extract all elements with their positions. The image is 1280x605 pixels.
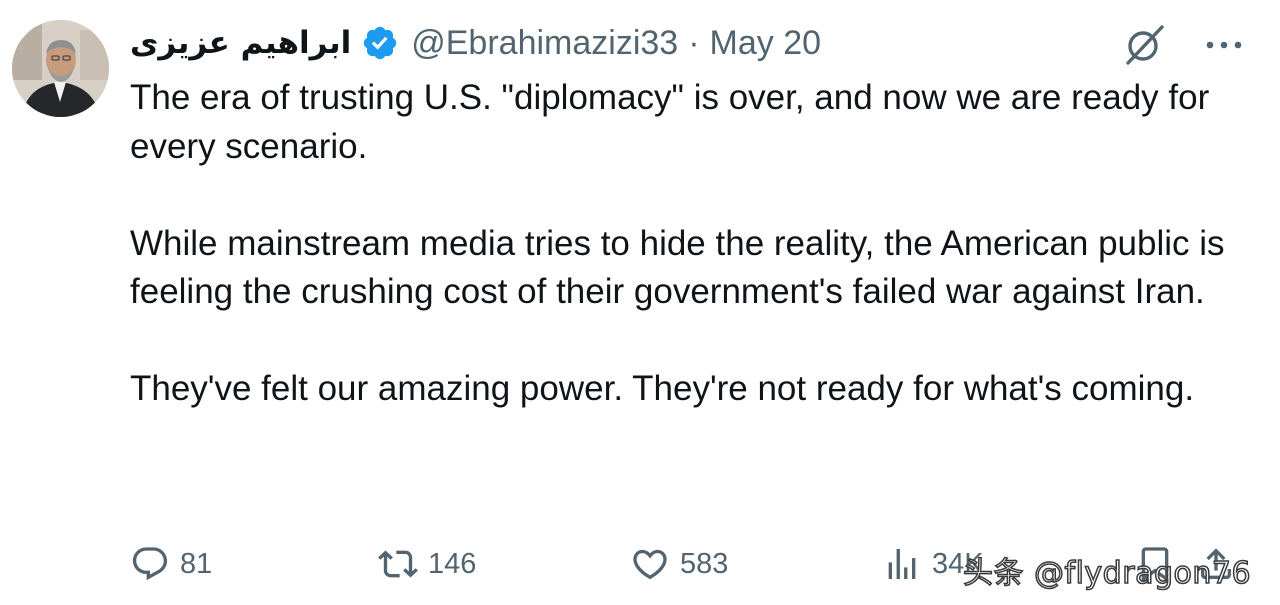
- watermark-text: 头条 @flydragon76: [962, 555, 1252, 592]
- reply-icon: [132, 547, 168, 581]
- tweet-date[interactable]: May 20: [710, 24, 822, 63]
- tweet-top-actions: [1122, 22, 1244, 68]
- tweet-paragraph: They've felt our amazing power. They're …: [130, 369, 1195, 408]
- repost-icon: [378, 550, 418, 578]
- reply-count: 81: [180, 547, 213, 580]
- grok-icon[interactable]: [1122, 22, 1168, 68]
- header-separator: ·: [688, 23, 700, 62]
- author-handle[interactable]: @Ebrahimazizi33: [411, 24, 678, 63]
- repost-button[interactable]: 146: [378, 538, 476, 590]
- repost-count: 146: [428, 547, 477, 580]
- tweet-header: ابراهیم عزیزی @Ebrahimazizi33 · May 20: [130, 20, 821, 66]
- reply-button[interactable]: 81: [130, 538, 212, 590]
- avatar-image: [12, 20, 109, 117]
- like-button[interactable]: 583: [630, 538, 728, 590]
- author-name[interactable]: ابراهیم عزیزی: [130, 25, 351, 61]
- tweet-paragraph: While mainstream media tries to hide the…: [130, 223, 1225, 312]
- like-count: 583: [680, 547, 729, 580]
- like-icon: [633, 549, 667, 580]
- more-icon[interactable]: [1204, 35, 1244, 55]
- tweet-text: The era of trusting U.S. "diplomacy" is …: [130, 74, 1260, 414]
- tweet-paragraph: The era of trusting U.S. "diplomacy" is …: [130, 78, 1210, 166]
- views-icon: [888, 549, 916, 579]
- verified-badge-icon: [364, 26, 397, 60]
- author-avatar[interactable]: [12, 20, 109, 117]
